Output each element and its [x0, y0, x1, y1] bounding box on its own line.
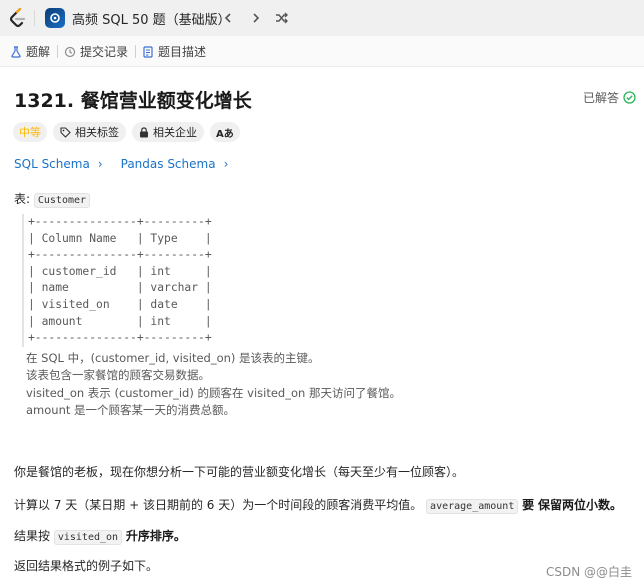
leetcode-logo-icon[interactable] — [8, 7, 28, 29]
sql-schema-link[interactable]: SQL Schema › — [14, 157, 103, 171]
tab-divider — [57, 45, 58, 58]
document-icon — [143, 45, 153, 58]
related-companies-label: 相关企业 — [153, 126, 197, 139]
paragraph-bold: 升序排序。 — [125, 529, 186, 543]
related-tags-label: 相关标签 — [75, 126, 119, 139]
check-circle-icon — [623, 91, 636, 104]
description-paragraph: 结果按 visited_on 升序排序。 — [14, 527, 186, 545]
problem-tabs-bar: 题解 提交记录 题目描述 — [0, 36, 644, 67]
lock-icon — [140, 126, 148, 137]
chevron-right-icon: › — [223, 157, 229, 171]
watermark: CSDN @@白圭 — [545, 565, 632, 579]
tab-submissions[interactable]: 提交记录 — [64, 43, 128, 60]
schema-table: +---------------+---------+ | Column Nam… — [22, 214, 212, 347]
note-line: visited_on 表示 (customer_id) 的顾客在 visited… — [26, 385, 401, 400]
paragraph-bold: 要 — [522, 498, 535, 512]
translate-button[interactable]: Aあ — [210, 122, 240, 142]
chevron-right-icon: › — [97, 157, 103, 171]
top-bar: 高频 SQL 50 题（基础版） — [0, 0, 644, 36]
description-paragraph: 计算以 7 天（某日期 + 该日期前的 6 天）为一个时间段的顾客消费平均值。 … — [14, 496, 623, 514]
tab-description-label: 题目描述 — [158, 45, 207, 59]
visited-on-code: visited_on — [53, 530, 123, 545]
solved-label: 已解答 — [582, 91, 619, 105]
tab-submissions-label: 提交记录 — [80, 45, 129, 59]
pandas-schema-link[interactable]: Pandas Schema › — [121, 157, 229, 171]
table-intro: 表: Customer — [14, 190, 91, 208]
tab-description[interactable]: 题目描述 — [142, 43, 206, 60]
chevron-right-icon[interactable] — [246, 8, 266, 28]
note-line: 在 SQL 中，(customer_id, visited_on) 是该表的主键… — [26, 351, 320, 365]
average-amount-code: average_amount — [426, 499, 519, 514]
related-companies-button[interactable]: 相关企业 — [132, 122, 204, 142]
tab-solutions-label: 题解 — [26, 45, 51, 59]
solved-status: 已解答 — [583, 89, 636, 106]
problem-tags: 中等 相关标签 相关企业 Aあ — [13, 122, 240, 142]
topbar-divider — [34, 10, 35, 26]
note-line: 该表包含一家餐馆的顾客交易数据。 — [26, 368, 210, 383]
sql-schema-label: SQL Schema — [14, 157, 90, 171]
related-tags-button[interactable]: 相关标签 — [53, 122, 126, 142]
tab-solutions[interactable]: 题解 — [10, 43, 50, 60]
tag-icon — [60, 126, 71, 138]
pandas-schema-label: Pandas Schema — [120, 157, 216, 171]
schema-links: SQL Schema › Pandas Schema › — [14, 157, 228, 171]
description-paragraph: 你是餐馆的老板，现在你想分析一下可能的营业额变化增长（每天至少有一位顾客）。 — [14, 465, 465, 479]
translate-icon: Aあ — [216, 128, 234, 140]
studyplan-title[interactable]: 高频 SQL 50 题（基础版） — [72, 9, 231, 28]
studyplan-icon[interactable] — [45, 8, 65, 28]
tab-divider — [135, 45, 136, 58]
difficulty-label: 中等 — [19, 126, 41, 139]
table-name-code: Customer — [33, 193, 91, 208]
paragraph-text: 计算以 7 天（某日期 + 该日期前的 6 天）为一个时间段的顾客消费平均值。 — [14, 498, 423, 512]
note-line: amount 是一个顾客某一天的消费总额。 — [26, 402, 236, 417]
flask-icon — [11, 45, 21, 58]
description-paragraph: 返回结果格式的例子如下。 — [14, 559, 159, 573]
shuffle-icon[interactable] — [272, 8, 292, 28]
history-icon — [64, 46, 76, 57]
problem-title[interactable]: 1321. 餐馆营业额变化增长 — [14, 86, 252, 113]
chevron-left-icon[interactable] — [218, 8, 238, 28]
table-intro-prefix: 表: — [14, 192, 31, 206]
paragraph-bold: 保留两位小数。 — [538, 498, 623, 512]
difficulty-badge: 中等 — [13, 122, 47, 142]
schema-notes: 在 SQL 中，(customer_id, visited_on) 是该表的主键… — [26, 350, 401, 419]
paragraph-text: 结果按 — [14, 529, 51, 543]
